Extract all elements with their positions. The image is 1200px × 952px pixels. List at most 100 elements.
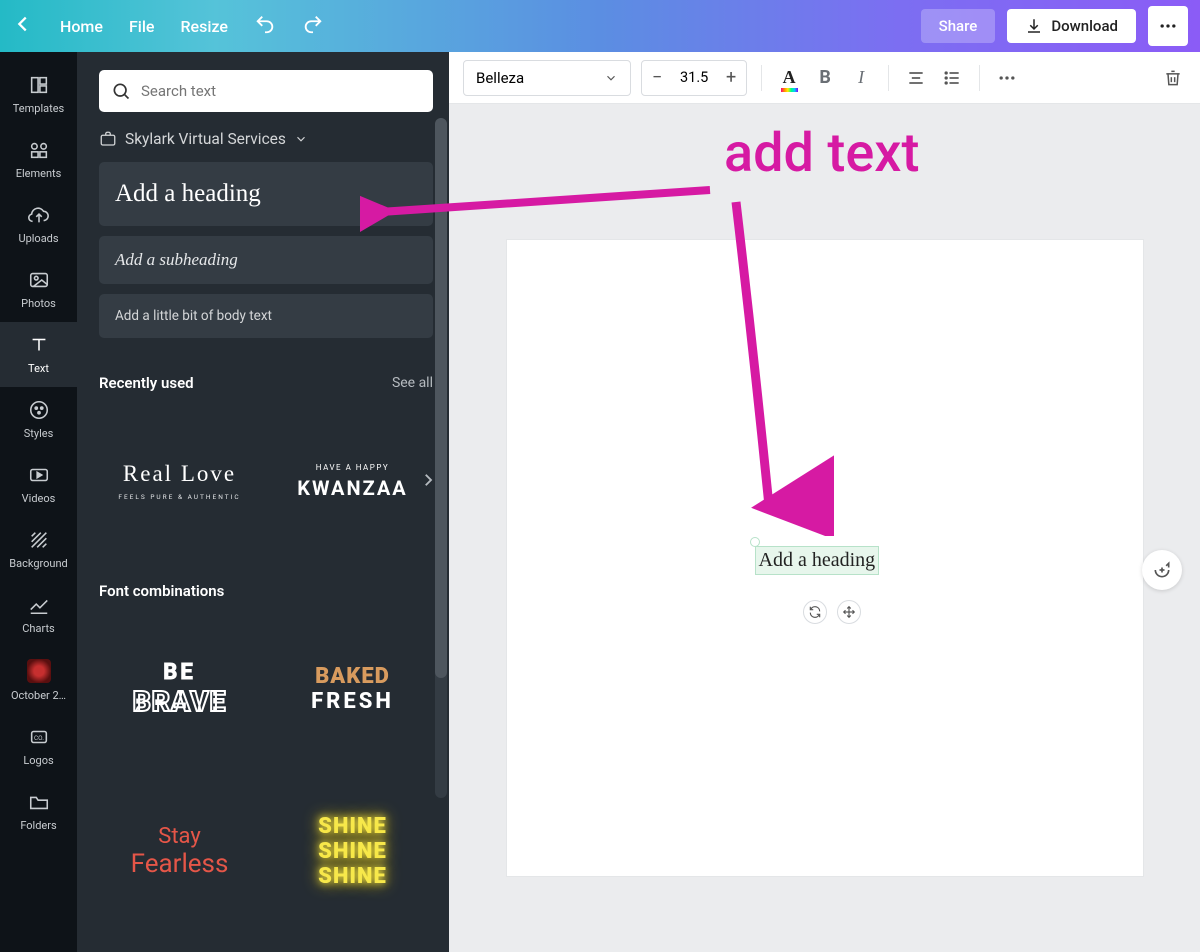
- see-all-link[interactable]: See all: [392, 375, 433, 391]
- rail-background[interactable]: Background: [0, 517, 77, 582]
- annotation-arrow-down: [724, 196, 834, 536]
- rail-text[interactable]: Text: [0, 322, 77, 387]
- styles-icon: [28, 399, 50, 421]
- rail-elements[interactable]: Elements: [0, 127, 77, 192]
- redo-icon[interactable]: [302, 13, 324, 39]
- delete-button[interactable]: [1160, 65, 1186, 91]
- template-kwanzaa[interactable]: HAVE A HAPPY KWANZAA: [272, 406, 433, 556]
- text-icon: [28, 334, 50, 356]
- chevron-down-icon: [294, 132, 308, 146]
- top-bar: Home File Resize Share Download: [0, 0, 1200, 52]
- recently-used-title: Recently used: [99, 374, 194, 392]
- uploads-icon: [28, 204, 50, 226]
- bold-button[interactable]: B: [812, 65, 838, 91]
- move-icon: [842, 605, 856, 619]
- download-icon: [1025, 17, 1043, 35]
- briefcase-icon: [99, 130, 117, 148]
- template-text: SHINE: [318, 864, 387, 889]
- add-subheading-button[interactable]: Add a subheading: [99, 236, 433, 284]
- template-stay-fearless[interactable]: Stay Fearless: [99, 776, 260, 926]
- trash-icon: [1163, 68, 1183, 88]
- download-button[interactable]: Download: [1007, 9, 1136, 43]
- rail-label: Elements: [16, 167, 62, 180]
- rail-label: Videos: [22, 492, 56, 505]
- rail-label: Logos: [23, 754, 53, 767]
- rail-label: Background: [9, 557, 67, 570]
- share-button[interactable]: Share: [921, 9, 996, 43]
- template-real-love[interactable]: Real Love FEELS PURE & AUTHENTIC: [99, 406, 260, 556]
- resize-button[interactable]: Resize: [180, 17, 227, 36]
- more-button[interactable]: [1148, 6, 1188, 46]
- italic-button[interactable]: I: [848, 65, 874, 91]
- rail-logos[interactable]: CO. Logos: [0, 714, 77, 779]
- home-button[interactable]: Home: [60, 17, 103, 36]
- rail-label: Folders: [20, 819, 56, 832]
- template-text: BE: [163, 660, 195, 685]
- more-icon: [1158, 16, 1178, 36]
- side-rail: Templates Elements Uploads Photos Text S…: [0, 52, 77, 952]
- search-input[interactable]: [141, 82, 421, 100]
- rail-videos[interactable]: Videos: [0, 452, 77, 517]
- folder-thumb-icon: [27, 659, 51, 683]
- add-page-icon: [1152, 560, 1172, 580]
- alignment-button[interactable]: [903, 65, 929, 91]
- rail-label: Templates: [13, 102, 64, 115]
- brand-kit-dropdown[interactable]: Skylark Virtual Services: [99, 130, 433, 148]
- videos-icon: [28, 464, 50, 486]
- template-baked-fresh[interactable]: BAKED FRESH: [272, 614, 433, 764]
- font-size-increase[interactable]: +: [716, 67, 746, 88]
- font-size-group: − +: [641, 60, 747, 96]
- rail-label: October 2…: [11, 689, 66, 702]
- rail-label: Charts: [22, 622, 54, 635]
- template-text: BRAVE: [133, 685, 227, 718]
- add-page-button[interactable]: [1142, 550, 1182, 590]
- sync-button[interactable]: [803, 600, 827, 624]
- rail-photos[interactable]: Photos: [0, 257, 77, 322]
- text-color-button[interactable]: A: [776, 65, 802, 91]
- canvas-text-element[interactable]: Add a heading: [755, 546, 880, 575]
- search-icon: [111, 81, 131, 101]
- undo-icon[interactable]: [254, 13, 276, 39]
- divider: [888, 65, 889, 91]
- font-select[interactable]: Belleza: [463, 60, 631, 96]
- rail-custom-folder[interactable]: October 2…: [0, 647, 77, 714]
- annotation-text: add text: [724, 122, 919, 185]
- charts-icon: [28, 594, 50, 616]
- search-box[interactable]: [99, 70, 433, 112]
- template-text: SHINE: [318, 814, 387, 839]
- rail-label: Photos: [21, 297, 56, 310]
- template-text: KWANZAA: [297, 476, 407, 500]
- move-button[interactable]: [837, 600, 861, 624]
- template-text: SHINE: [318, 839, 387, 864]
- rail-label: Uploads: [18, 232, 58, 245]
- template-text: Real Love: [123, 461, 236, 487]
- template-text: HAVE A HAPPY: [316, 463, 389, 472]
- template-shine[interactable]: SHINE SHINE SHINE: [272, 776, 433, 926]
- font-name-label: Belleza: [476, 69, 524, 87]
- rail-styles[interactable]: Styles: [0, 387, 77, 452]
- text-toolbar: Belleza − + A B I: [449, 52, 1200, 104]
- background-icon: [28, 529, 50, 551]
- svg-text:CO.: CO.: [34, 734, 44, 742]
- rail-templates[interactable]: Templates: [0, 62, 77, 127]
- add-body-button[interactable]: Add a little bit of body text: [99, 294, 433, 338]
- font-combinations-title: Font combinations: [99, 582, 224, 600]
- template-be-brave[interactable]: BE BRAVE: [99, 614, 260, 764]
- rail-uploads[interactable]: Uploads: [0, 192, 77, 257]
- template-text: Stay: [158, 824, 200, 849]
- photos-icon: [28, 269, 50, 291]
- font-size-input[interactable]: [672, 69, 716, 86]
- file-button[interactable]: File: [129, 17, 155, 36]
- template-text: FEELS PURE & AUTHENTIC: [118, 493, 240, 501]
- toolbar-more-button[interactable]: [994, 65, 1020, 91]
- rail-folders[interactable]: Folders: [0, 779, 77, 844]
- list-button[interactable]: [939, 65, 965, 91]
- back-icon[interactable]: [12, 13, 34, 39]
- brand-name: Skylark Virtual Services: [125, 130, 286, 148]
- sync-icon: [808, 605, 822, 619]
- rail-label: Styles: [24, 427, 54, 440]
- font-size-decrease[interactable]: −: [642, 67, 672, 88]
- rail-charts[interactable]: Charts: [0, 582, 77, 647]
- template-text: FRESH: [311, 689, 394, 714]
- divider: [761, 65, 762, 91]
